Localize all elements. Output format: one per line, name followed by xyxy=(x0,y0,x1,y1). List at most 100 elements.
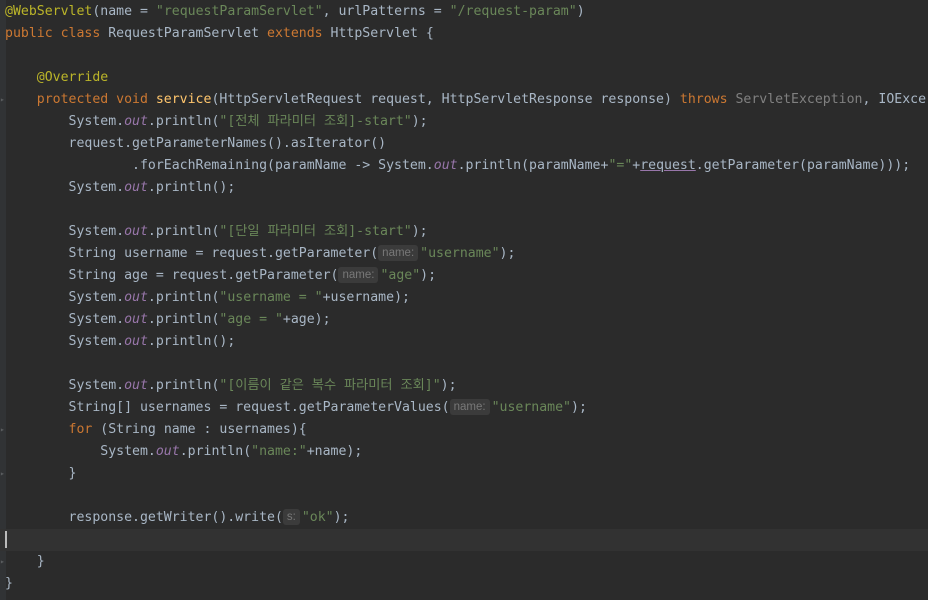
code-line[interactable]: System.out.println("[단일 파라미터 조회]-start")… xyxy=(5,221,928,243)
code-token: out xyxy=(124,114,148,129)
code-token: "[이름이 같은 복수 파라미터 조회]" xyxy=(219,378,441,393)
code-token: ); xyxy=(333,510,350,525)
code-line[interactable]: String[] usernames = request.getParamete… xyxy=(5,397,928,419)
code-token: protected void xyxy=(36,92,156,107)
code-token: } xyxy=(5,554,45,569)
code-token: throws xyxy=(679,92,736,107)
code-line[interactable]: } xyxy=(5,573,928,595)
code-line[interactable]: System.out.println("[이름이 같은 복수 파라미터 조회]"… xyxy=(5,375,928,397)
code-line[interactable]: System.out.println("age = "+age); xyxy=(5,309,928,331)
code-token: @Override xyxy=(36,70,109,85)
code-token: ServletException xyxy=(735,92,863,107)
code-token: .println(); xyxy=(147,180,236,195)
code-token: .forEachRemaining(paramName -> System. xyxy=(5,158,434,173)
code-token: , IOExce xyxy=(862,92,927,107)
code-token: +username); xyxy=(322,290,410,305)
parameter-hint: name: xyxy=(338,267,379,283)
code-token: .println( xyxy=(147,114,220,129)
code-token: .println( xyxy=(147,290,220,305)
code-token: out xyxy=(124,378,148,393)
code-line[interactable]: ▸ } xyxy=(0,551,928,573)
code-token: "username = " xyxy=(219,290,323,305)
code-line[interactable]: ▸ } xyxy=(0,463,928,485)
parameter-hint: name: xyxy=(449,399,490,415)
code-token: } xyxy=(5,466,77,481)
code-token: out xyxy=(155,444,180,459)
code-line[interactable]: response.getWriter().write(s: "ok"); xyxy=(5,507,928,529)
code-line[interactable]: System.out.println("[전체 파라미터 조회]-start")… xyxy=(5,111,928,133)
code-token: String age = request.getParameter( xyxy=(5,268,339,283)
code-token: "requestParamServlet" xyxy=(155,4,323,19)
code-token: "[전체 파라미터 조회]-start" xyxy=(219,114,412,129)
code-token: for xyxy=(68,422,101,437)
code-line[interactable]: public class RequestParamServlet extends… xyxy=(5,23,928,45)
code-line[interactable] xyxy=(5,353,928,375)
code-token: String[] usernames = request.getParamete… xyxy=(5,400,450,415)
code-token: System. xyxy=(5,312,125,327)
code-token: System. xyxy=(5,334,125,349)
code-line[interactable]: @Override xyxy=(5,67,928,89)
code-line[interactable]: request.getParameterNames().asIterator() xyxy=(5,133,928,155)
code-token: System. xyxy=(5,114,125,129)
code-token: ); xyxy=(499,246,516,261)
code-token: .println( xyxy=(179,444,252,459)
fold-marker-icon[interactable]: ▸ xyxy=(0,425,6,434)
code-token: , urlPatterns = xyxy=(322,4,450,19)
code-line[interactable] xyxy=(5,199,928,221)
fold-marker-icon[interactable]: ▸ xyxy=(0,469,6,478)
code-token: out xyxy=(124,334,148,349)
code-token: .println( xyxy=(147,224,220,239)
text-caret xyxy=(5,530,7,548)
code-token: ) xyxy=(576,4,585,19)
code-token: System. xyxy=(5,444,156,459)
code-line[interactable]: @WebServlet(name = "requestParamServlet"… xyxy=(5,1,928,23)
code-token: (HttpServletRequest request, HttpServlet… xyxy=(211,92,680,107)
code-token: out xyxy=(124,224,148,239)
code-token: ); xyxy=(411,224,428,239)
code-token: RequestParamServlet xyxy=(108,26,268,41)
code-token: ); xyxy=(440,378,457,393)
code-line[interactable]: ▸ for (String name : usernames){ xyxy=(0,419,928,441)
code-line[interactable]: ▸ protected void service(HttpServletRequ… xyxy=(0,89,928,111)
code-token: System. xyxy=(5,224,125,239)
code-editor[interactable]: @WebServlet(name = "requestParamServlet"… xyxy=(0,0,928,600)
code-line[interactable]: System.out.println(); xyxy=(5,177,928,199)
code-token: .getParameter(paramName))); xyxy=(695,158,911,173)
code-token: out xyxy=(124,180,148,195)
fold-marker-icon[interactable]: ▸ xyxy=(0,95,6,104)
code-token: "name:" xyxy=(251,444,307,459)
code-line[interactable]: .forEachRemaining(paramName -> System.ou… xyxy=(5,155,928,177)
code-token: "age" xyxy=(380,268,421,283)
code-line[interactable]: System.out.println(); xyxy=(5,331,928,353)
code-token: System. xyxy=(5,180,125,195)
code-token: out xyxy=(124,312,148,327)
code-token: String username = request.getParameter( xyxy=(5,246,379,261)
code-area[interactable]: @WebServlet(name = "requestParamServlet"… xyxy=(0,1,928,595)
code-token: "username" xyxy=(420,246,500,261)
code-token: "ok" xyxy=(301,510,334,525)
code-token: @WebServlet xyxy=(5,4,93,19)
code-token: ); xyxy=(571,400,587,415)
code-line[interactable] xyxy=(5,485,928,507)
code-token: +age); xyxy=(282,312,331,327)
code-token: (name = xyxy=(92,4,156,19)
code-line-current[interactable] xyxy=(0,529,928,551)
code-line[interactable]: System.out.println("name:"+name); xyxy=(5,441,928,463)
code-token: service xyxy=(155,92,212,107)
code-line[interactable]: System.out.println("username = "+usernam… xyxy=(5,287,928,309)
code-line[interactable] xyxy=(5,45,928,67)
code-line[interactable]: String username = request.getParameter(n… xyxy=(5,243,928,265)
code-token: "username" xyxy=(491,400,571,415)
code-line[interactable]: String age = request.getParameter(name: "… xyxy=(5,265,928,287)
parameter-hint: name: xyxy=(378,245,419,261)
code-token: System. xyxy=(5,378,125,393)
code-token: +name); xyxy=(306,444,363,459)
code-token: .println(paramName+ xyxy=(457,158,609,173)
fold-marker-icon[interactable]: ▸ xyxy=(0,557,6,566)
code-token: .println(); xyxy=(147,334,236,349)
code-token: ); xyxy=(411,114,428,129)
code-token: "/request-param" xyxy=(449,4,577,19)
code-token: request xyxy=(640,158,696,173)
